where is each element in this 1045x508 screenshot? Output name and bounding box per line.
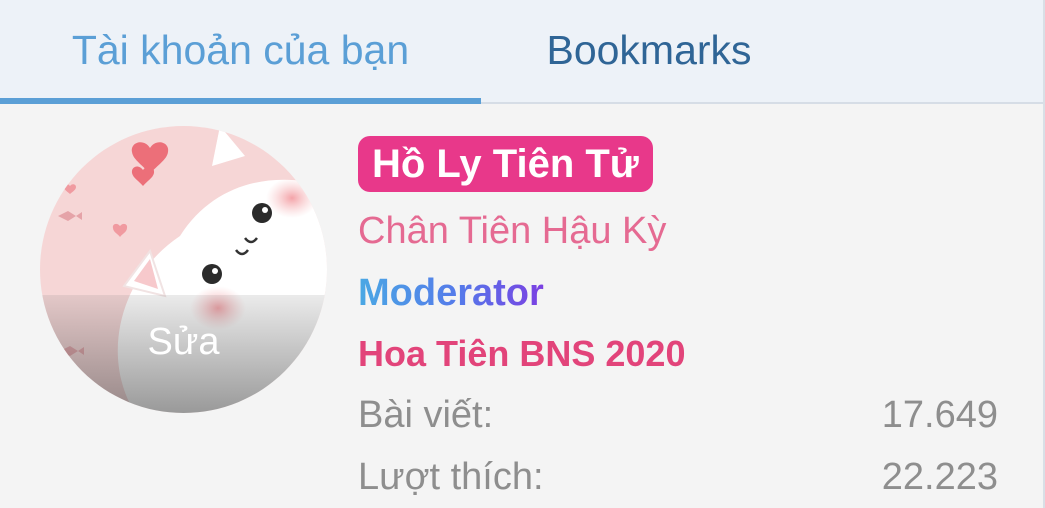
user-role: Moderator bbox=[358, 272, 544, 314]
tab-bookmarks[interactable]: Bookmarks bbox=[481, 0, 817, 104]
stat-posts: Bài viết: 17.649 bbox=[358, 394, 998, 437]
stat-likes-value: 22.223 bbox=[881, 456, 998, 498]
username-badge[interactable]: Hồ Ly Tiên Tử bbox=[358, 136, 653, 192]
stat-likes-label: Lượt thích: bbox=[358, 456, 544, 498]
user-banner: Hoa Tiên BNS 2020 bbox=[358, 333, 686, 374]
tab-account[interactable]: Tài khoản của bạn bbox=[0, 0, 481, 104]
avatar[interactable]: Sửa bbox=[40, 126, 327, 413]
avatar-edit-overlay[interactable]: Sửa bbox=[40, 295, 327, 413]
stat-posts-label: Bài viết: bbox=[358, 394, 494, 436]
tab-bar: Tài khoản của bạn Bookmarks bbox=[0, 0, 1043, 104]
stat-posts-value: 17.649 bbox=[881, 394, 998, 436]
user-rank: Chân Tiên Hậu Kỳ bbox=[358, 210, 667, 252]
tab-bookmarks-label: Bookmarks bbox=[546, 26, 752, 73]
account-panel: Tài khoản của bạn Bookmarks Sửa Hồ Ly Ti… bbox=[0, 0, 1045, 508]
avatar-edit-label: Sửa bbox=[147, 321, 220, 363]
stat-likes: Lượt thích: 22.223 bbox=[358, 456, 998, 499]
tab-account-label: Tài khoản của bạn bbox=[71, 26, 410, 73]
